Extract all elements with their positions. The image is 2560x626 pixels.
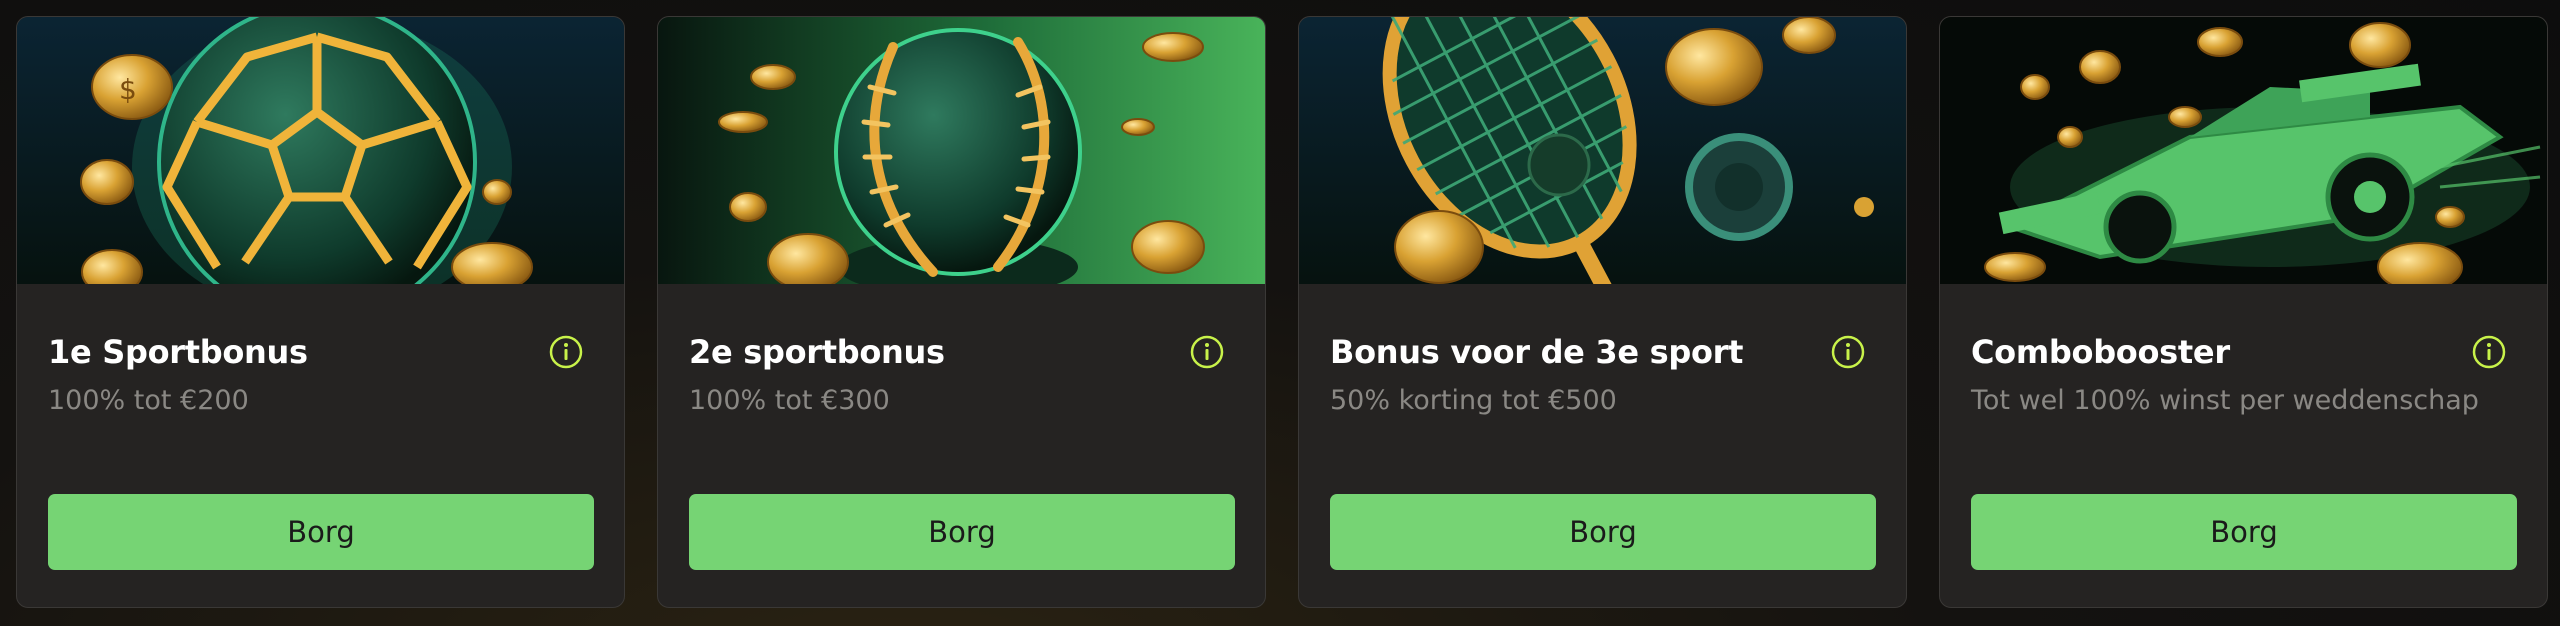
bonus-title: 2e sportbonus [689, 333, 945, 371]
bonus-title: Combobooster [1971, 333, 2230, 371]
claim-button[interactable]: Borg [1330, 494, 1876, 570]
claim-button[interactable]: Borg [48, 494, 594, 570]
bonus-subtitle: Tot wel 100% winst per weddenschap [1971, 385, 2479, 416]
golden-football-image: $ [17, 17, 624, 284]
bonus-cards: $ 1e Sportbonus 100% tot €200 Borg 2e sp… [16, 16, 2548, 608]
info-circle-icon[interactable] [1190, 335, 1224, 369]
bonus-card-sport-1: $ 1e Sportbonus 100% tot €200 Borg [16, 16, 625, 608]
info-circle-icon[interactable] [1831, 335, 1865, 369]
golden-tennis-racket-image [1299, 17, 1906, 284]
claim-button[interactable]: Borg [689, 494, 1235, 570]
bonus-subtitle: 100% tot €300 [689, 385, 890, 416]
svg-text:$: $ [119, 73, 137, 106]
claim-button[interactable]: Borg [1971, 494, 2517, 570]
bonus-card-sport-3: Bonus voor de 3e sport 50% korting tot €… [1298, 16, 1907, 608]
bonus-card-sport-2: 2e sportbonus 100% tot €300 Borg [657, 16, 1266, 608]
info-circle-icon[interactable] [549, 335, 583, 369]
bonus-subtitle: 50% korting tot €500 [1330, 385, 1617, 416]
bonus-card-combobooster: Combobooster Tot wel 100% winst per wedd… [1939, 16, 2548, 608]
golden-baseball-image [658, 17, 1265, 284]
bonus-title: 1e Sportbonus [48, 333, 308, 371]
bonus-subtitle: 100% tot €200 [48, 385, 249, 416]
bonus-title: Bonus voor de 3e sport [1330, 333, 1744, 371]
info-circle-icon[interactable] [2472, 335, 2506, 369]
green-race-car-image [1940, 17, 2547, 284]
